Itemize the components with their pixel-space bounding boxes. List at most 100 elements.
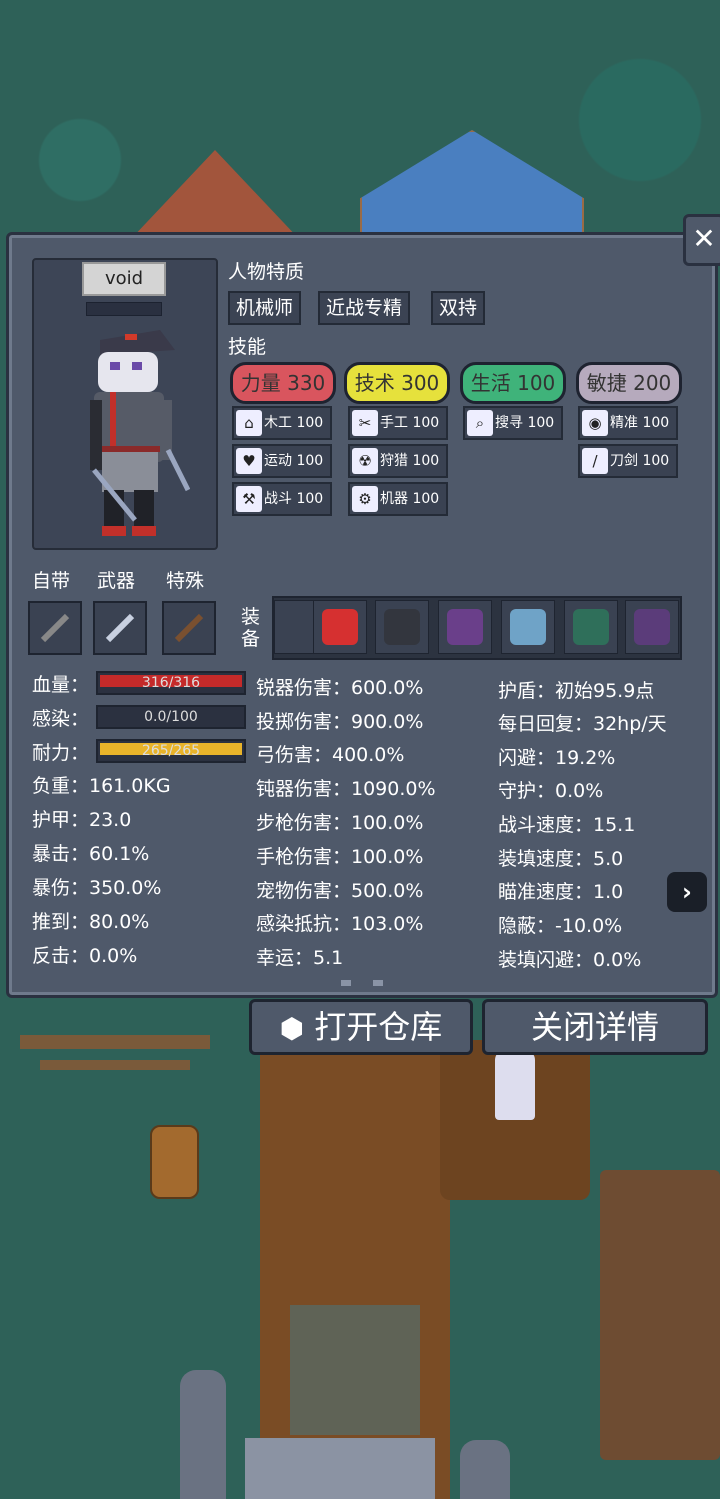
weapon-slot[interactable] (93, 601, 147, 655)
stone-floor (290, 1305, 420, 1435)
open-storage-label: 打开仓库 (314, 1008, 443, 1046)
stat-pet-damage: 宠物伤害：500.0% (256, 880, 424, 902)
skill-label: 精准 100 (610, 415, 670, 431)
stat-bow-damage: 弓伤害：400.0% (256, 744, 405, 766)
house-roof (130, 150, 300, 240)
stat-combat-speed: 战斗速度：15.1 (498, 814, 636, 836)
stat-crit-damage: 暴伤：350.0% (32, 877, 162, 899)
equip-slot-boots[interactable] (625, 600, 679, 654)
equip-slot-medkit[interactable] (313, 600, 367, 654)
infection-label: 感染： (32, 708, 90, 730)
stat-luck: 幸运：5.1 (256, 947, 344, 969)
close-icon[interactable]: ✕ (683, 214, 720, 266)
page-indicator-dot (373, 980, 383, 986)
stat-reload-speed: 装填速度：5.0 (498, 848, 624, 870)
trait-badge[interactable]: 双持 (431, 291, 486, 325)
medkit-icon (322, 609, 358, 645)
close-details-label: 关闭详情 (530, 1008, 659, 1046)
attribute-strength[interactable]: 力量 330 (230, 362, 336, 404)
radiation-icon: ☢ (352, 448, 378, 474)
character-name: void (82, 262, 166, 296)
stamina-bar: 265/265 (96, 739, 246, 763)
hp-value: 316/316 (141, 675, 201, 691)
stamina-label: 耐力： (32, 742, 90, 764)
page-indicator-dot (341, 980, 351, 986)
armor-vest-icon (447, 609, 483, 645)
skill-swords[interactable]: / 刀剑 100 (578, 444, 678, 478)
stat-knockdown: 推到：80.0% (32, 911, 150, 933)
heart-icon: ♥ (236, 448, 262, 474)
traits-title: 人物特质 (228, 261, 305, 283)
special-slot[interactable] (162, 601, 216, 655)
tent-roof (360, 130, 584, 244)
skill-athletics[interactable]: ♥ 运动 100 (232, 444, 332, 478)
stat-shield: 护盾：初始95.9点 (498, 680, 655, 702)
stat-crit: 暴击：60.1% (32, 843, 150, 865)
stat-blunt-damage: 钝器伤害：1090.0% (256, 778, 436, 800)
skill-woodwork[interactable]: ⌂ 木工 100 (232, 406, 332, 440)
wooden-fence (20, 1035, 210, 1049)
equip-slot-vest[interactable] (438, 600, 492, 654)
farm-plot (600, 1170, 720, 1460)
npc-character[interactable] (495, 1050, 535, 1120)
next-page-arrow-icon[interactable]: › (667, 872, 707, 912)
scissors-icon: ✂ (352, 410, 378, 436)
stat-throw-damage: 投掷伤害：900.0% (256, 711, 424, 733)
skill-combat[interactable]: ⚒ 战斗 100 (232, 482, 332, 516)
gear-icon: ⚙ (352, 486, 378, 512)
skill-hunting[interactable]: ☢ 狩猎 100 (348, 444, 448, 478)
stat-pistol-damage: 手枪伤害：100.0% (256, 846, 424, 868)
skill-machinery[interactable]: ⚙ 机器 100 (348, 482, 448, 516)
trait-badge[interactable]: 近战专精 (318, 291, 411, 325)
skill-label: 搜寻 100 (495, 415, 555, 431)
stone-wall (245, 1438, 435, 1499)
skill-crafting[interactable]: ✂ 手工 100 (348, 406, 448, 440)
hp-label: 血量： (32, 674, 90, 696)
stat-infection-resist: 感染抵抗：103.0% (256, 913, 424, 935)
equip-label: 装备 (241, 606, 261, 650)
house-icon: ⌂ (236, 410, 262, 436)
magnifier-icon: ⌕ (467, 410, 493, 436)
trait-badge[interactable]: 机械师 (228, 291, 302, 325)
stat-guard: 守护：0.0% (498, 780, 604, 802)
equip-slot-backpack[interactable] (564, 600, 618, 654)
skill-label: 运动 100 (264, 453, 324, 469)
stat-aim-speed: 瞄准速度：1.0 (498, 881, 624, 903)
open-storage-button[interactable]: ⬢ 打开仓库 (249, 999, 473, 1055)
infection-value: 0.0/100 (144, 709, 198, 725)
stat-rifle-damage: 步枪伤害：100.0% (256, 812, 424, 834)
sword-icon: / (582, 448, 608, 474)
barrel[interactable] (150, 1125, 199, 1199)
eye-icon: ◉ (582, 410, 608, 436)
stamina-value: 265/265 (141, 743, 201, 759)
attribute-life[interactable]: 生活 100 (460, 362, 566, 404)
close-details-button[interactable]: 关闭详情 (482, 999, 708, 1055)
dagger-icon (40, 613, 70, 643)
stat-daily-regen: 每日回复：32hp/天 (498, 713, 667, 735)
carry-label: 自带 (32, 570, 71, 592)
stone-pillar (460, 1440, 510, 1499)
portrait-hp-bar (86, 302, 162, 316)
skills-title: 技能 (228, 336, 267, 358)
skill-label: 手工 100 (380, 415, 440, 431)
carry-slot[interactable] (28, 601, 82, 655)
attribute-agility[interactable]: 敏捷 200 (576, 362, 682, 404)
weapon-label: 武器 (97, 570, 136, 592)
wooden-fence (40, 1060, 190, 1070)
equip-slot-flashlight[interactable] (375, 600, 429, 654)
attribute-technique[interactable]: 技术 300 (344, 362, 450, 404)
stat-weight: 负重：161.0KG (32, 775, 171, 797)
stat-sharp-damage: 锐器伤害：600.0% (256, 677, 424, 699)
skill-label: 机器 100 (380, 491, 440, 507)
skill-precision[interactable]: ◉ 精准 100 (578, 406, 678, 440)
katana-icon (105, 613, 135, 643)
stat-dodge: 闪避：19.2% (498, 747, 616, 769)
character-sprite (90, 330, 190, 536)
stat-counter: 反击：0.0% (32, 945, 138, 967)
infection-bar: 0.0/100 (96, 705, 246, 729)
equip-slot-shirt[interactable] (501, 600, 555, 654)
hp-bar: 316/316 (96, 671, 246, 695)
stat-stealth: 隐蔽：-10.0% (498, 915, 623, 937)
skill-searching[interactable]: ⌕ 搜寻 100 (463, 406, 563, 440)
skill-label: 战斗 100 (264, 491, 324, 507)
